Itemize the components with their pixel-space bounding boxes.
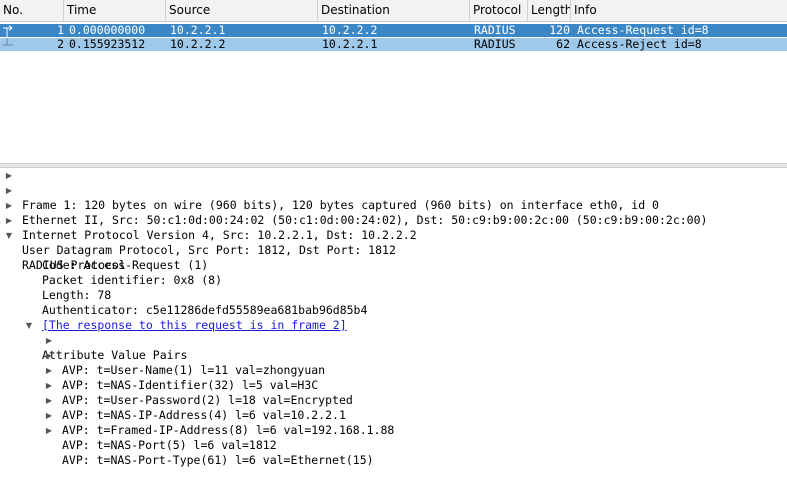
tree-item-frame[interactable]: ▶ Frame 1: 120 bytes on wire (960 bits),… (0, 168, 787, 212)
packet-row[interactable]: 1 0.000000000 10.2.2.1 10.2.2.2 RADIUS 1… (0, 24, 787, 37)
expand-arrow-icon[interactable]: ▶ (44, 393, 54, 408)
row-destination: 10.2.2.2 (322, 24, 378, 37)
column-header-length[interactable]: Length (528, 0, 571, 21)
tree-item-avp-header[interactable]: ▼ Attribute Value Pairs (0, 318, 787, 362)
column-header-source[interactable]: Source (166, 0, 318, 21)
tree-item-code[interactable]: Code: Access-Request (1) (0, 243, 787, 272)
response-marker-icon (3, 38, 13, 46)
column-header-info[interactable]: Info (571, 0, 787, 21)
row-no: 2 (57, 38, 64, 51)
row-time: 0.155923512 (69, 38, 146, 51)
tree-item-ethernet[interactable]: ▶ Ethernet II, Src: 50:c1:0d:00:24:02 (5… (0, 183, 787, 227)
row-no: 1 (57, 24, 64, 37)
expand-arrow-icon[interactable]: ▶ (44, 423, 54, 438)
expand-arrow-icon[interactable]: ▶ (44, 378, 54, 393)
packet-list-pane: No. Time Source Destination Protocol Len… (0, 0, 787, 163)
expand-arrow-icon[interactable]: ▶ (4, 213, 14, 228)
expand-arrow-icon[interactable]: ▶ (4, 183, 14, 198)
expand-arrow-icon[interactable]: ▶ (4, 168, 14, 183)
tree-item-avp[interactable]: ▶ AVP: t=NAS-IP-Address(4) l=6 val=10.2.… (0, 378, 787, 422)
column-header-protocol[interactable]: Protocol (470, 0, 528, 21)
tree-item-udp[interactable]: ▶ User Datagram Protocol, Src Port: 1812… (0, 213, 787, 257)
packet-list-header: No. Time Source Destination Protocol Len… (0, 0, 787, 22)
row-time: 0.000000000 (69, 24, 146, 37)
tree-item-avp[interactable]: ▶ AVP: t=Framed-IP-Address(8) l=6 val=19… (0, 393, 787, 437)
packet-row[interactable]: 2 0.155923512 10.2.2.2 10.2.2.1 RADIUS 6… (0, 38, 787, 51)
packet-details-pane: ▶ Frame 1: 120 bytes on wire (960 bits),… (0, 168, 787, 467)
expand-arrow-icon[interactable]: ▶ (4, 198, 14, 213)
row-info: Access-Reject id=8 (577, 38, 702, 51)
tree-item-response-link[interactable]: [The response to this request is in fram… (0, 303, 787, 332)
tree-item-avp[interactable]: ▶ AVP: t=NAS-Identifier(32) l=5 val=H3C (0, 348, 787, 392)
row-info: Access-Request id=8 (577, 24, 709, 37)
tree-item-packet-identifier[interactable]: Packet identifier: 0x8 (8) (0, 258, 787, 287)
row-source: 10.2.2.1 (170, 24, 226, 37)
expand-arrow-icon[interactable]: ▶ (44, 333, 54, 348)
tree-item-radius[interactable]: ▼ RADIUS Protocol (0, 228, 787, 272)
collapse-arrow-icon[interactable]: ▼ (24, 318, 34, 333)
tree-item-avp[interactable]: ▶ AVP: t=NAS-Port(5) l=6 val=1812 (0, 408, 787, 452)
tree-item-label: AVP: t=NAS-Port(5) l=6 val=1812 (62, 438, 277, 452)
tree-item-authenticator[interactable]: Authenticator: c5e11286defd55589ea681bab… (0, 288, 787, 317)
request-arrow-icon (3, 25, 13, 37)
tree-item-label: AVP: t=NAS-Port-Type(61) l=6 val=Etherne… (62, 453, 374, 467)
tree-item-avp[interactable]: ▶ AVP: t=User-Name(1) l=11 val=zhongyuan (0, 333, 787, 377)
column-header-destination[interactable]: Destination (318, 0, 470, 21)
expand-arrow-icon[interactable]: ▶ (44, 363, 54, 378)
row-length: 120 (549, 24, 570, 37)
tree-item-avp[interactable]: ▶ AVP: t=NAS-Port-Type(61) l=6 val=Ether… (0, 423, 787, 467)
collapse-arrow-icon[interactable]: ▼ (4, 228, 14, 243)
column-header-no[interactable]: No. (0, 0, 64, 21)
expand-arrow-icon[interactable]: ▶ (44, 348, 54, 363)
tree-item-length[interactable]: Length: 78 (0, 273, 787, 302)
row-destination: 10.2.2.1 (322, 38, 378, 51)
tree-item-ip[interactable]: ▶ Internet Protocol Version 4, Src: 10.2… (0, 198, 787, 242)
row-protocol: RADIUS (474, 24, 516, 37)
expand-arrow-icon[interactable]: ▶ (44, 408, 54, 423)
column-header-time[interactable]: Time (64, 0, 166, 21)
row-protocol: RADIUS (474, 38, 516, 51)
row-length: 62 (556, 38, 570, 51)
row-source: 10.2.2.2 (170, 38, 226, 51)
tree-item-avp[interactable]: ▶ AVP: t=User-Password(2) l=18 val=Encry… (0, 363, 787, 407)
